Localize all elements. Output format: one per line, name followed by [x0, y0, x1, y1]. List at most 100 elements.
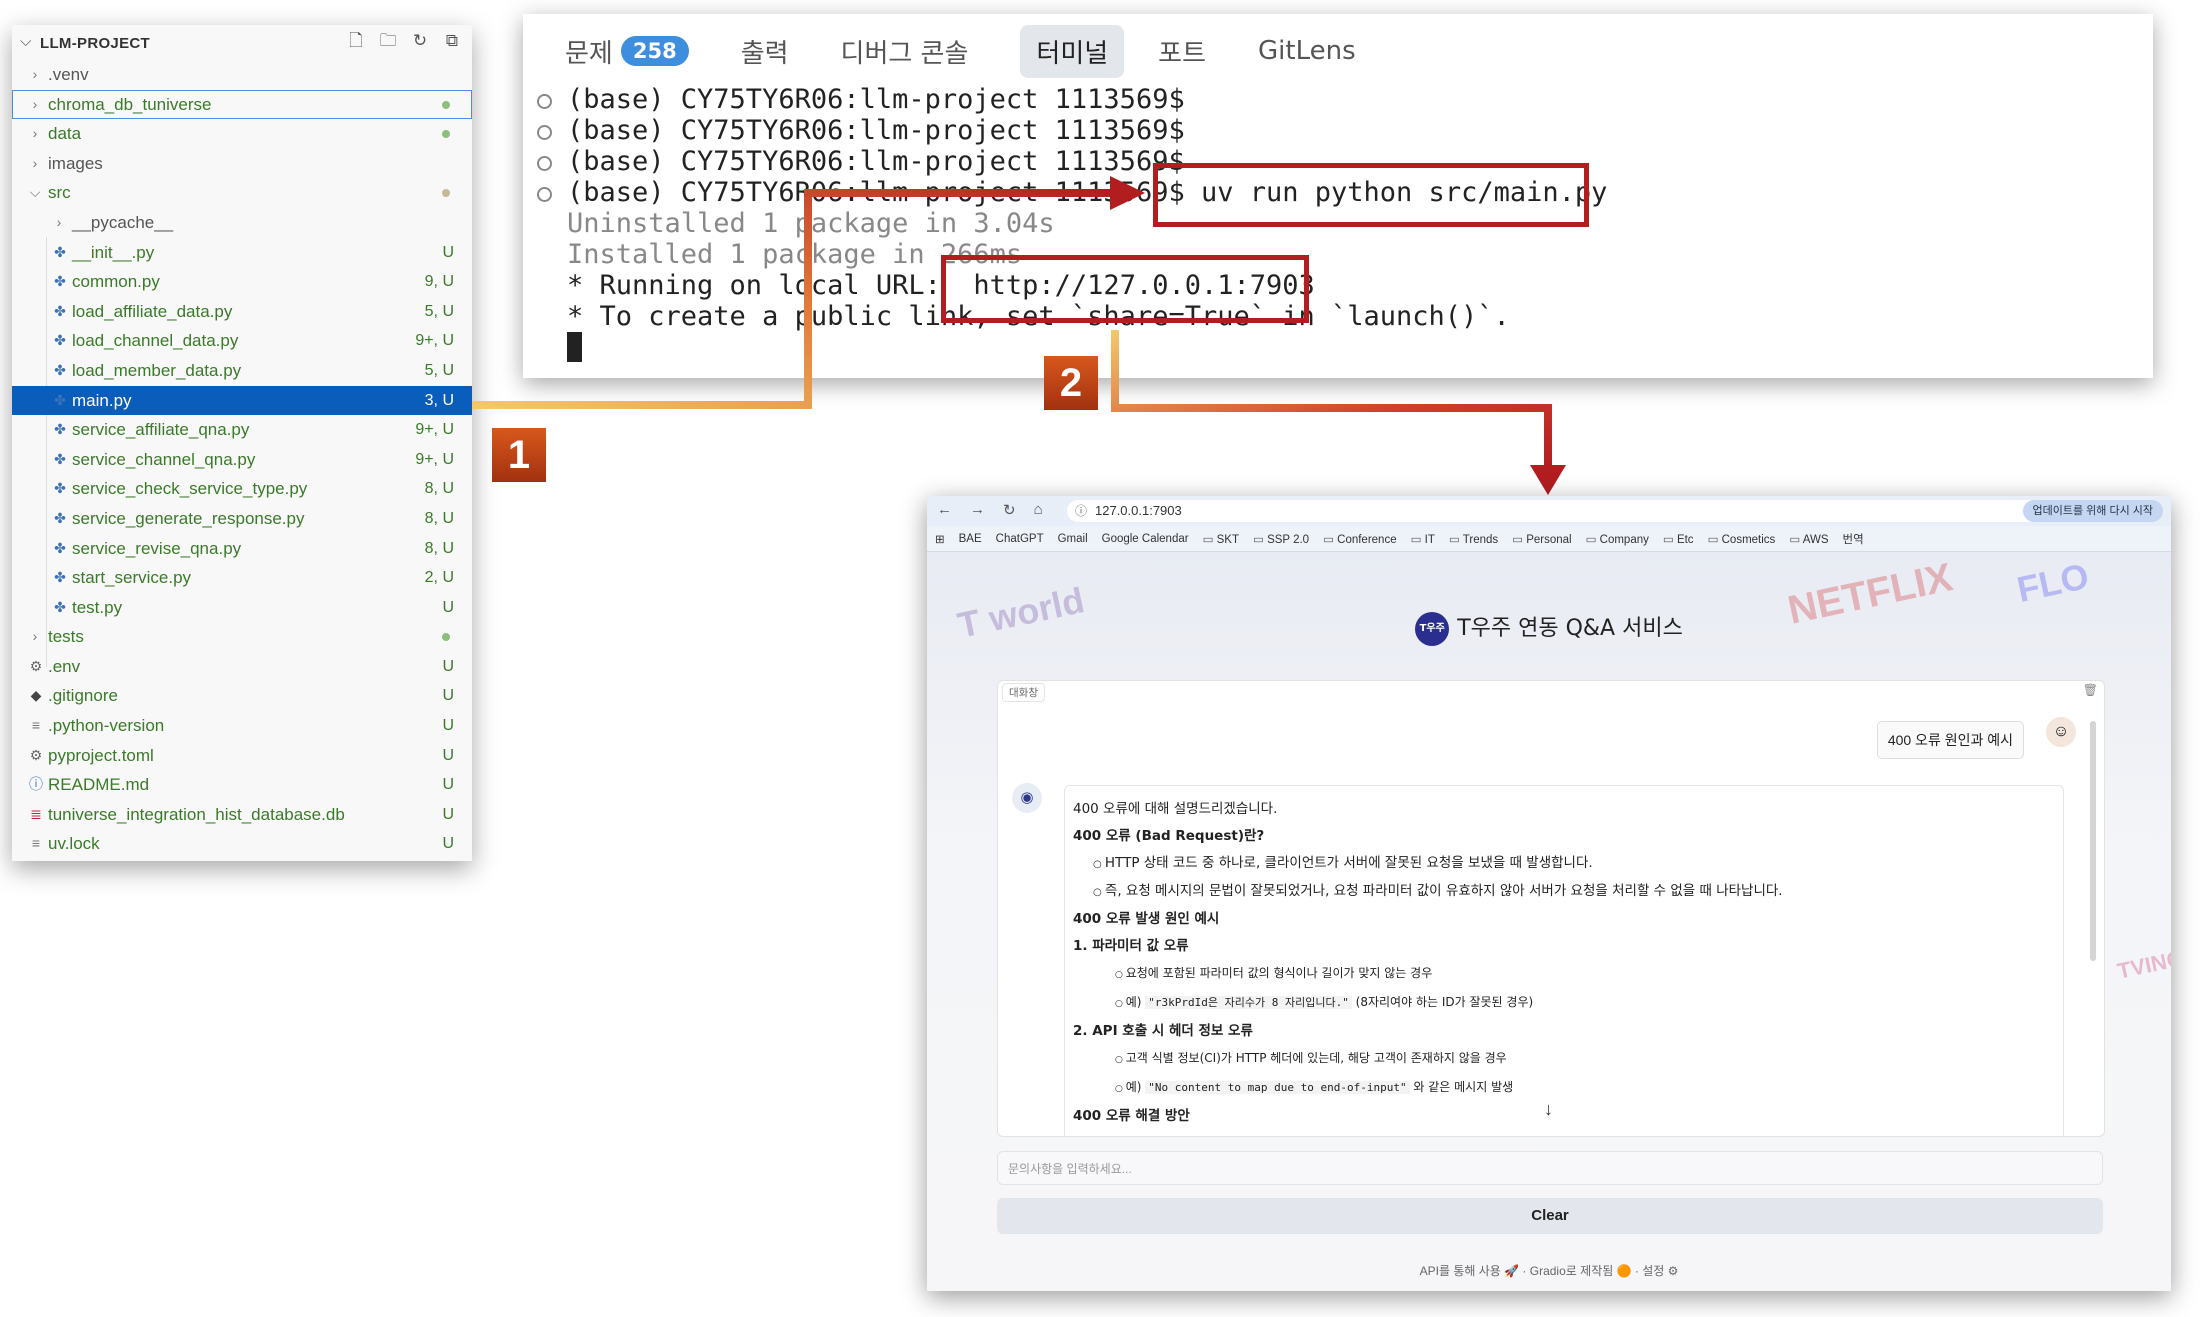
bookmark-item[interactable]: IT: [1411, 532, 1435, 546]
git-status-badge: [442, 130, 450, 139]
tab-ports[interactable]: 포트: [1158, 25, 1220, 78]
scroll-down-arrow-icon[interactable]: ↓: [1544, 1099, 1553, 1120]
tree-item[interactable]: › __pycache__: [12, 208, 472, 238]
bookmark-item[interactable]: Conference: [1323, 532, 1396, 546]
git-status-badge: 8, U: [424, 509, 454, 527]
explorer-header: ⌵ LLM-PROJECT 🗋 🗀 ↻ ⧉: [12, 25, 472, 61]
tree-item[interactable]: ✤ load_affiliate_data.py 5, U: [12, 297, 472, 327]
site-info-icon[interactable]: ⓘ: [1075, 500, 1087, 522]
tree-item[interactable]: › images: [12, 149, 472, 179]
tab-debug-console[interactable]: 디버그 콘솔: [841, 25, 983, 78]
tree-item[interactable]: ✤ service_check_service_type.py 8, U: [12, 474, 472, 504]
new-folder-icon[interactable]: 🗀: [378, 31, 398, 51]
tab-problems[interactable]: 문제 258: [565, 25, 703, 78]
tab-gitlens[interactable]: GitLens: [1258, 28, 1370, 74]
new-file-icon[interactable]: 🗋: [346, 31, 366, 51]
bookmark-item[interactable]: BAE: [959, 533, 982, 545]
bot-heading: 400 오류 (Bad Request)란?: [1073, 828, 1265, 844]
tree-item[interactable]: ⚙ pyproject.toml U: [12, 741, 472, 771]
git-status-badge: 9+, U: [415, 332, 454, 350]
bookmark-item[interactable]: ChatGPT: [996, 533, 1044, 545]
bookmark-item[interactable]: 번역: [1843, 531, 1864, 547]
update-button[interactable]: 업데이트를 위해 다시 시작: [2022, 500, 2163, 522]
clear-button[interactable]: Clear: [997, 1198, 2103, 1234]
back-icon[interactable]: ←: [937, 501, 952, 519]
question-input[interactable]: 문의사항을 입력하세요...: [997, 1151, 2103, 1185]
git-status-badge: [442, 100, 450, 109]
tree-item[interactable]: ≣ tuniverse_integration_hist_database.db U: [12, 800, 472, 830]
bookmark-item[interactable]: Gmail: [1058, 533, 1088, 545]
example-code: "r3kPrdId은 자리수가 8 자리입니다.": [1145, 996, 1352, 1009]
collapse-all-icon[interactable]: ⧉: [442, 31, 462, 51]
tree-item[interactable]: ⓘ README.md U: [12, 770, 472, 800]
tree-item[interactable]: ≡ .python-version U: [12, 711, 472, 741]
tree-item[interactable]: › .venv: [12, 60, 472, 90]
tree-item-label: service_channel_qna.py: [72, 449, 256, 469]
bot-sub-bullet: 예) "No content to map due to end-of-inpu…: [1073, 1074, 2055, 1103]
refresh-icon[interactable]: ↻: [410, 31, 430, 51]
tree-item[interactable]: ✤ service_channel_qna.py 9+, U: [12, 445, 472, 475]
chat-scrollbar[interactable]: [2090, 721, 2096, 961]
command-status-icon: [537, 125, 552, 140]
tree-item[interactable]: ◆ .gitignore U: [12, 681, 472, 711]
tab-terminal[interactable]: 터미널: [1020, 24, 1125, 78]
git-status-badge: U: [442, 657, 454, 675]
trash-icon[interactable]: 🗑: [2083, 683, 2098, 697]
tree-item[interactable]: ✤ service_affiliate_qna.py 9+, U: [12, 415, 472, 445]
tree-item[interactable]: ✤ load_member_data.py 5, U: [12, 356, 472, 386]
tree-item[interactable]: › chroma_db_tuniverse: [12, 89, 472, 120]
bookmark-item[interactable]: Personal: [1512, 532, 1571, 546]
tree-item[interactable]: ✤ load_channel_data.py 9+, U: [12, 326, 472, 356]
tree-item[interactable]: › data: [12, 119, 472, 149]
tree-item[interactable]: ✤ service_revise_qna.py 8, U: [12, 534, 472, 564]
tree-item-label: images: [48, 153, 103, 173]
bookmark-item[interactable]: SKT: [1203, 532, 1239, 546]
uninstalled-text: Uninstalled 1 package in 3.04s: [567, 208, 1055, 239]
tree-item[interactable]: ⌵ src: [12, 178, 472, 208]
bookmark-item[interactable]: Trends: [1449, 532, 1498, 546]
background-logo: TVING: [2115, 945, 2171, 984]
bot-sub-bullet: 고객 식별 정보(CI)가 HTTP 헤더에 있는데, 해당 고객이 존재하지 …: [1073, 1045, 2055, 1074]
prompt-text: (base) CY75TY6R06:llm-project 1113569$: [567, 115, 1185, 146]
problems-count-badge: 258: [620, 36, 689, 66]
git-status-badge: 9+, U: [415, 421, 454, 439]
bookmark-item[interactable]: SSP 2.0: [1253, 532, 1309, 546]
collapse-chevron-icon[interactable]: ⌵: [20, 33, 31, 50]
bookmark-item[interactable]: Cosmetics: [1708, 532, 1776, 546]
tree-item[interactable]: ⚙ .env U: [12, 652, 472, 682]
apps-grid-icon[interactable]: ⊞: [935, 532, 945, 546]
gradio-footer[interactable]: API를 통해 사용 🚀 · Gradio로 제작됨 🟠 · 설정 ⚙: [927, 1262, 2171, 1279]
forward-icon[interactable]: →: [970, 501, 985, 519]
project-title[interactable]: LLM-PROJECT: [40, 35, 150, 52]
bot-avatar: ◉: [1012, 783, 1042, 813]
panel-tabs: 문제 258 출력 디버그 콘솔 터미널 포트 GitLens: [565, 24, 1408, 78]
git-status-badge: U: [442, 598, 454, 616]
bookmark-item[interactable]: Company: [1586, 532, 1649, 546]
tree-item-label: .gitignore: [48, 686, 118, 706]
git-status-badge: 3, U: [424, 391, 454, 409]
bookmark-item[interactable]: AWS: [1789, 532, 1829, 546]
tab-output[interactable]: 출력: [741, 25, 803, 78]
python-file-icon: ✤: [54, 480, 66, 497]
chat-label: 대화창: [1002, 683, 1045, 702]
bookmark-item[interactable]: Google Calendar: [1102, 533, 1189, 545]
settings-file-icon: ⚙: [29, 746, 43, 763]
tree-item[interactable]: ✤ __init__.py U: [12, 238, 472, 268]
chevron-right-icon: ›: [32, 66, 38, 82]
tree-item[interactable]: ✤ start_service.py 2, U: [12, 563, 472, 593]
address-bar[interactable]: ⓘ 127.0.0.1:7903: [1067, 500, 2097, 522]
info-icon: ⓘ: [29, 776, 43, 793]
reload-icon[interactable]: ↻: [1003, 501, 1016, 519]
tree-item[interactable]: › tests: [12, 622, 472, 652]
bot-intro: 400 오류에 대해 설명드리겠습니다.: [1073, 801, 1278, 817]
python-file-icon: ✤: [54, 569, 66, 586]
git-icon: ◆: [30, 687, 42, 704]
step-1-badge: 1: [492, 428, 546, 482]
tree-item[interactable]: ✤ common.py 9, U: [12, 267, 472, 297]
tree-item[interactable]: ✤ main.py 3, U: [12, 385, 472, 416]
bookmark-item[interactable]: Etc: [1663, 532, 1694, 546]
tree-item[interactable]: ≡ uv.lock U: [12, 829, 472, 859]
tree-item[interactable]: ✤ test.py U: [12, 593, 472, 623]
home-icon[interactable]: ⌂: [1034, 501, 1043, 519]
tree-item[interactable]: ✤ service_generate_response.py 8, U: [12, 504, 472, 534]
